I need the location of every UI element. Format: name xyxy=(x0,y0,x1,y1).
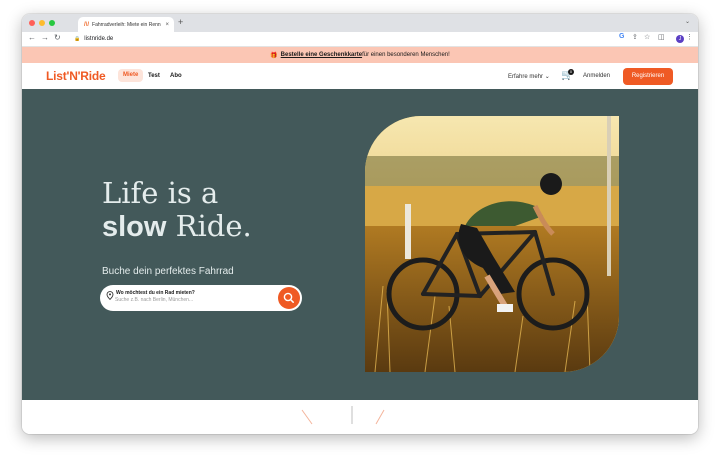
listnride-logo[interactable]: List'N'Ride xyxy=(46,69,106,83)
hero-title-line1: Life is a xyxy=(102,176,219,210)
hero-title-line2: slow Ride. xyxy=(102,210,252,244)
lock-icon: 🔒 xyxy=(74,36,81,42)
minimize-window-button[interactable] xyxy=(39,20,45,26)
gift-card-link[interactable]: Bestelle eine Geschenkkarte xyxy=(281,52,362,58)
location-pin-icon xyxy=(106,291,114,300)
cyclist-photo xyxy=(365,116,619,372)
nav-link-miete[interactable]: Miete xyxy=(118,69,144,82)
register-button[interactable]: Registrieren xyxy=(623,68,673,85)
favicon-icon: /\/ xyxy=(84,21,90,28)
star-icon[interactable]: ☆ xyxy=(644,33,650,41)
profile-avatar[interactable]: J xyxy=(676,35,684,43)
back-icon[interactable]: ← xyxy=(28,33,36,42)
tab-strip: /\/ Fahrradverleih: Miete ein Renn × + ⌄ xyxy=(22,14,698,32)
zoom-window-button[interactable] xyxy=(49,20,55,26)
cyclist-photo-illustration xyxy=(365,116,619,372)
google-icon[interactable]: G xyxy=(619,33,624,40)
nav-link-abo[interactable]: Abo xyxy=(170,73,182,79)
hero-title: Life is a slow Ride. xyxy=(102,177,252,244)
learn-more-dropdown[interactable]: Erfahre mehr ⌄ xyxy=(508,73,550,80)
forward-icon[interactable]: → xyxy=(41,33,49,42)
url-field[interactable]: 🔒 listnride.de xyxy=(74,34,634,44)
chevron-down-icon: ⌄ xyxy=(544,74,550,80)
browser-window: /\/ Fahrradverleih: Miete ein Renn × + ⌄… xyxy=(22,14,698,434)
menu-icon[interactable]: ⋮ xyxy=(686,33,693,41)
close-window-button[interactable] xyxy=(29,20,35,26)
hero-title-bold: slow xyxy=(102,211,167,243)
hero-section: Life is a slow Ride. Buche dein perfekte… xyxy=(22,89,698,400)
learn-more-label: Erfahre mehr xyxy=(508,74,544,80)
site-header: List'N'Ride Miete Test Abo Erfahre mehr … xyxy=(22,63,698,90)
promo-text: für einen besonderen Menschen! xyxy=(362,52,450,58)
search-button[interactable] xyxy=(278,287,300,309)
login-link[interactable]: Anmelden xyxy=(583,73,610,79)
hero-subtitle: Buche dein perfektes Fahrrad xyxy=(102,266,234,277)
tab-close-icon[interactable]: × xyxy=(165,22,169,28)
search-label: Wo möchtest du ein Rad mieten? xyxy=(116,290,195,296)
address-bar: ← → ↻ 🔒 listnride.de G ⇪ ☆ ◫ J ⋮ xyxy=(22,32,698,47)
browser-tab[interactable]: /\/ Fahrradverleih: Miete ein Renn × xyxy=(78,17,174,32)
share-icon[interactable]: ⇪ xyxy=(632,33,638,41)
location-search-input[interactable] xyxy=(115,297,255,303)
below-hero-section xyxy=(22,400,698,434)
new-tab-button[interactable]: + xyxy=(178,17,183,27)
tab-title: Fahrradverleih: Miete ein Renn xyxy=(92,21,161,28)
cart-count-badge: 0 xyxy=(568,69,574,75)
url-text: listnride.de xyxy=(84,36,114,42)
location-search-box[interactable]: Wo möchtest du ein Rad mieten? xyxy=(100,285,302,311)
promo-banner: 🎁 Bestelle eine Geschenkkarte für einen … xyxy=(22,47,698,63)
hero-title-rest: Ride. xyxy=(166,209,252,243)
nav-link-test[interactable]: Test xyxy=(148,73,160,79)
decorative-lines-icon xyxy=(301,406,385,425)
search-icon xyxy=(283,292,294,303)
sidebar-icon[interactable]: ◫ xyxy=(658,33,665,41)
reload-icon[interactable]: ↻ xyxy=(54,33,61,42)
tab-list-chevron-icon[interactable]: ⌄ xyxy=(685,18,690,25)
gift-icon: 🎁 xyxy=(270,52,278,59)
